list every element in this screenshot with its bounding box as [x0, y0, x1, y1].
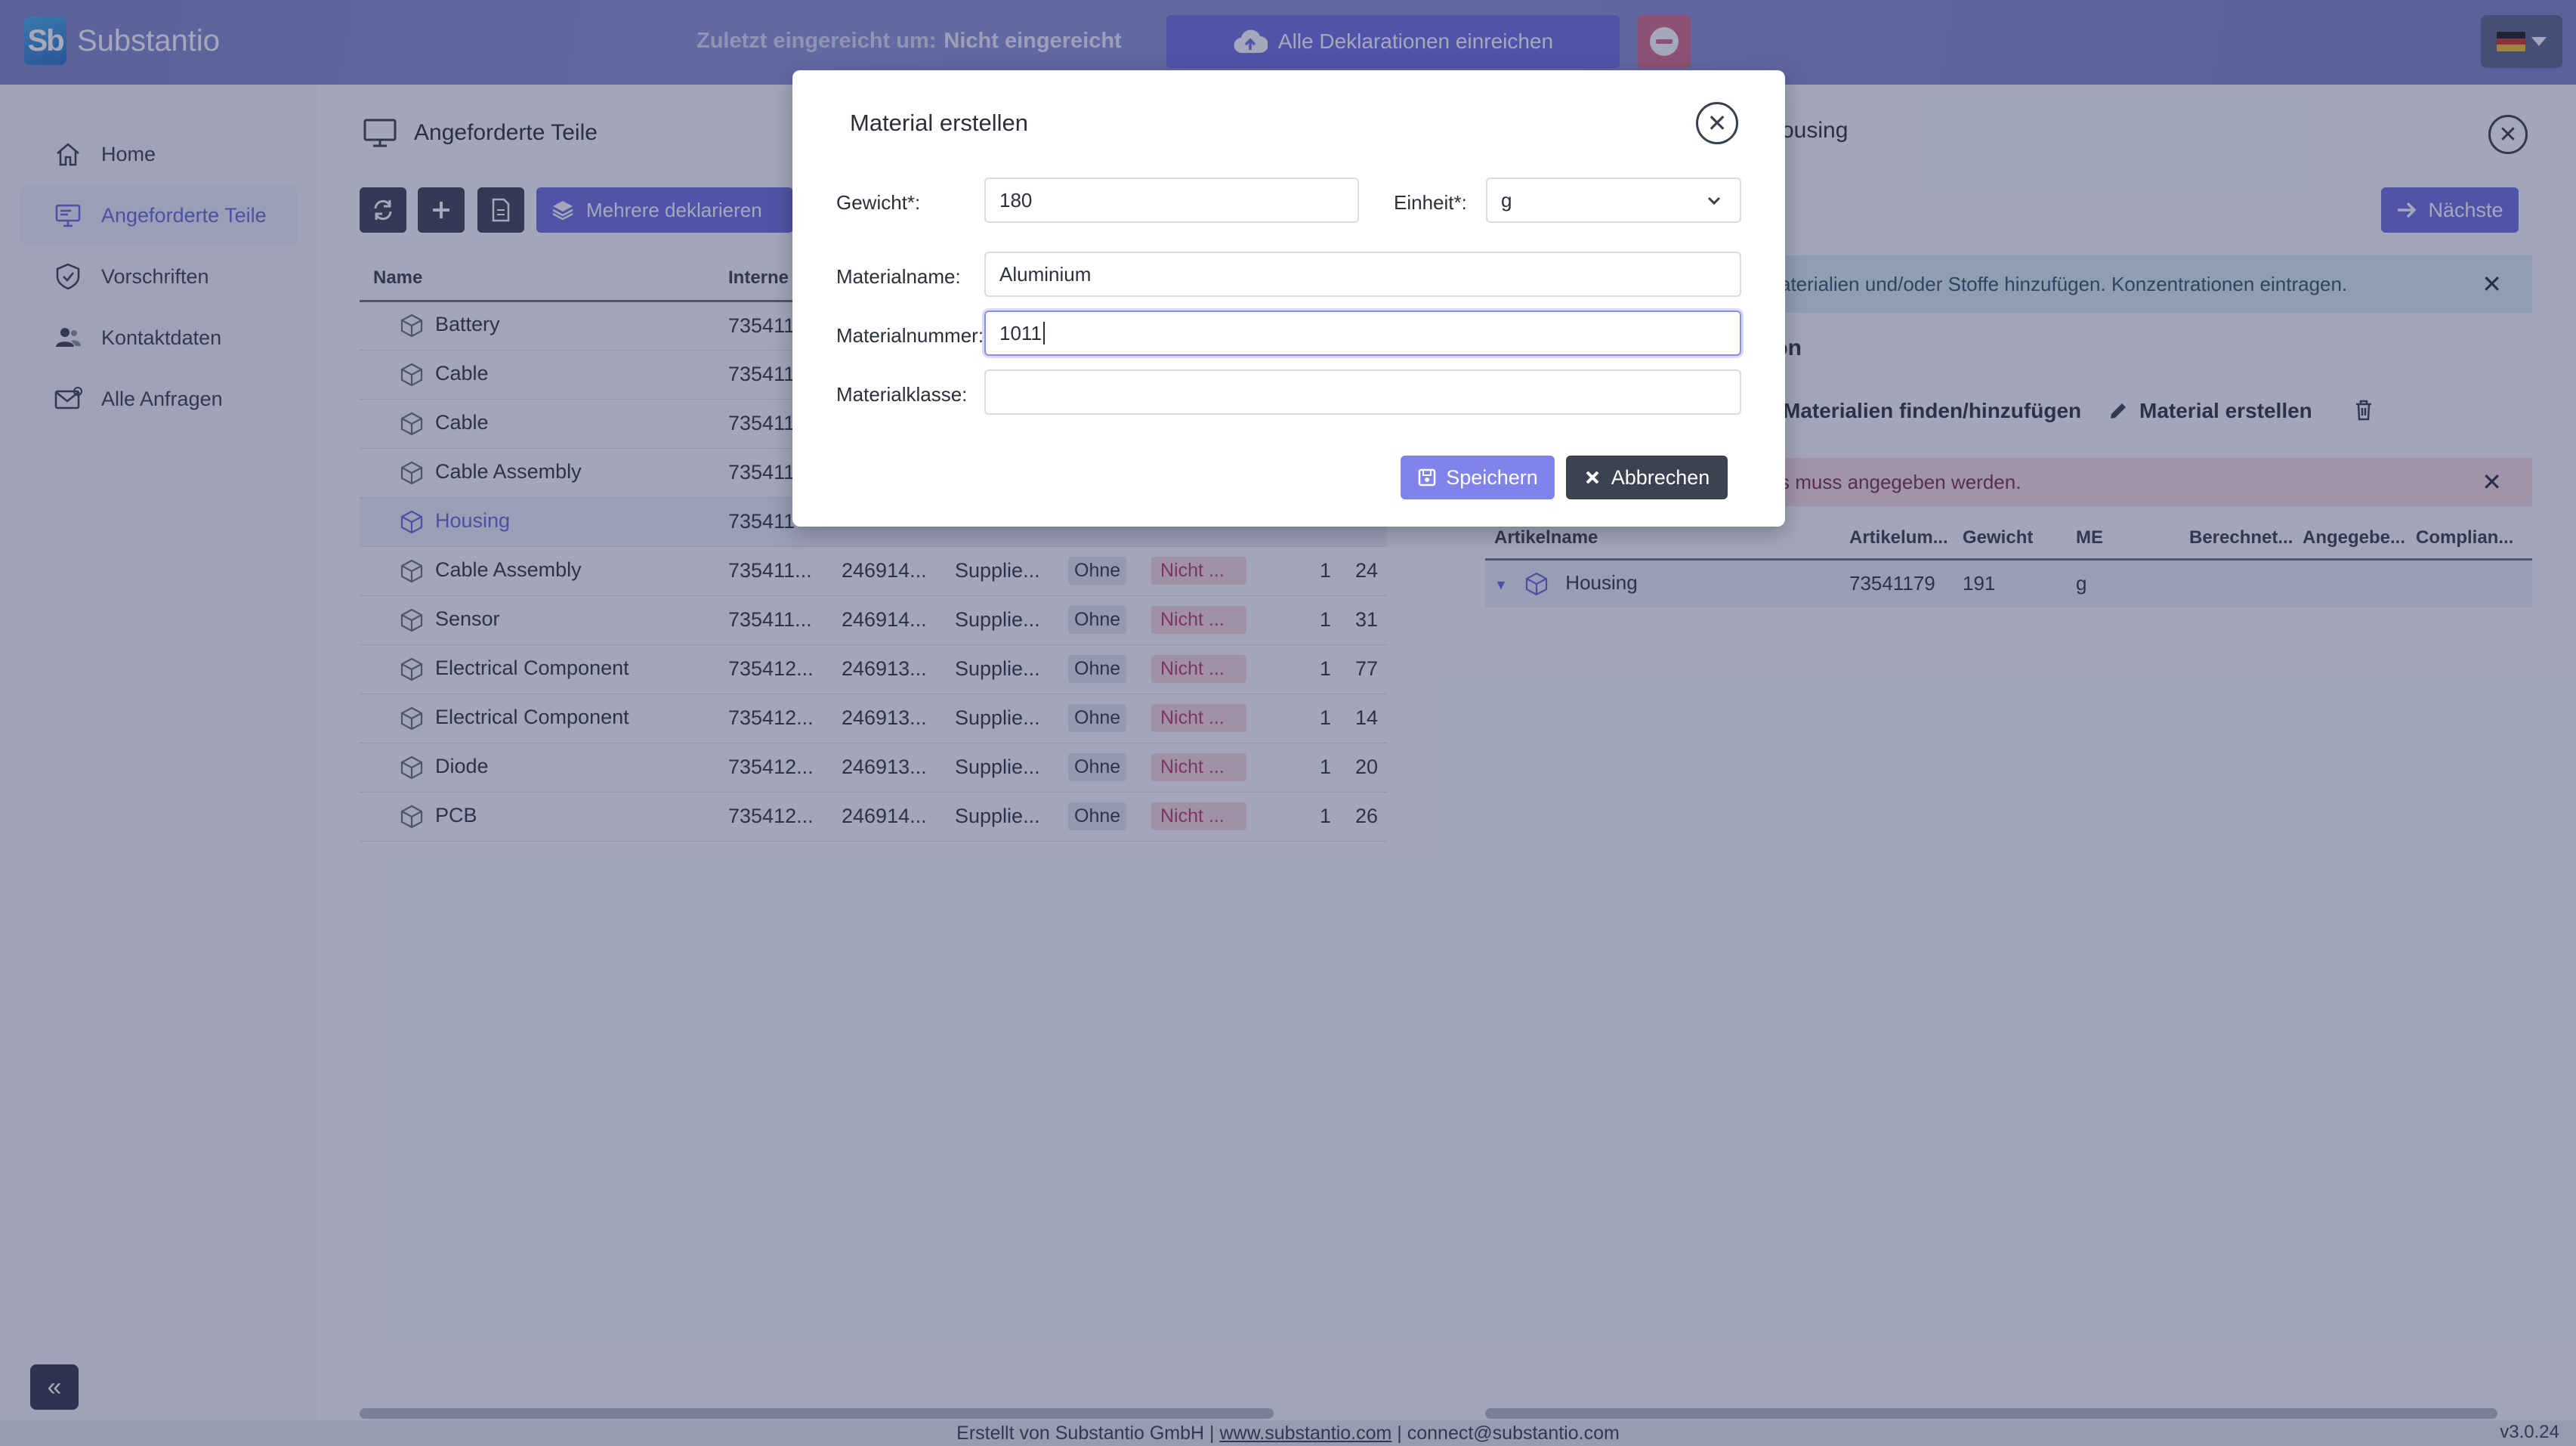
material-number-label: Materialnummer:	[836, 324, 984, 347]
save-button[interactable]: Speichern	[1401, 456, 1555, 499]
create-material-dialog: Material erstellen ✕ Gewicht*: 180 Einhe…	[792, 70, 1785, 527]
material-name-label: Materialname:	[836, 265, 961, 288]
material-class-label: Materialklasse:	[836, 383, 968, 406]
dialog-title: Material erstellen	[850, 110, 1029, 136]
material-class-input[interactable]	[984, 369, 1741, 415]
material-name-value: Aluminium	[999, 262, 1092, 286]
app-root: Sb Substantio Zuletzt eingereicht um: Nic…	[0, 0, 2576, 1446]
save-icon	[1418, 468, 1436, 487]
close-icon: ✕	[1707, 110, 1728, 137]
material-name-input[interactable]: Aluminium	[984, 252, 1741, 297]
material-number-input[interactable]: 1011	[984, 311, 1741, 356]
weight-label: Gewicht*:	[836, 191, 921, 214]
material-number-value: 1011	[999, 321, 1042, 345]
unit-label: Einheit*:	[1394, 191, 1467, 214]
save-label: Speichern	[1446, 465, 1538, 489]
unit-value: g	[1501, 188, 1512, 212]
close-dialog-button[interactable]: ✕	[1696, 102, 1738, 144]
unit-select[interactable]: g	[1486, 178, 1741, 223]
weight-input[interactable]: 180	[984, 178, 1359, 223]
cancel-button[interactable]: Abbrechen	[1566, 456, 1728, 499]
chevron-down-icon	[1707, 196, 1721, 205]
weight-value: 180	[999, 188, 1033, 212]
text-cursor	[1042, 322, 1045, 345]
x-icon	[1586, 471, 1599, 484]
cancel-label: Abbrechen	[1611, 465, 1710, 489]
